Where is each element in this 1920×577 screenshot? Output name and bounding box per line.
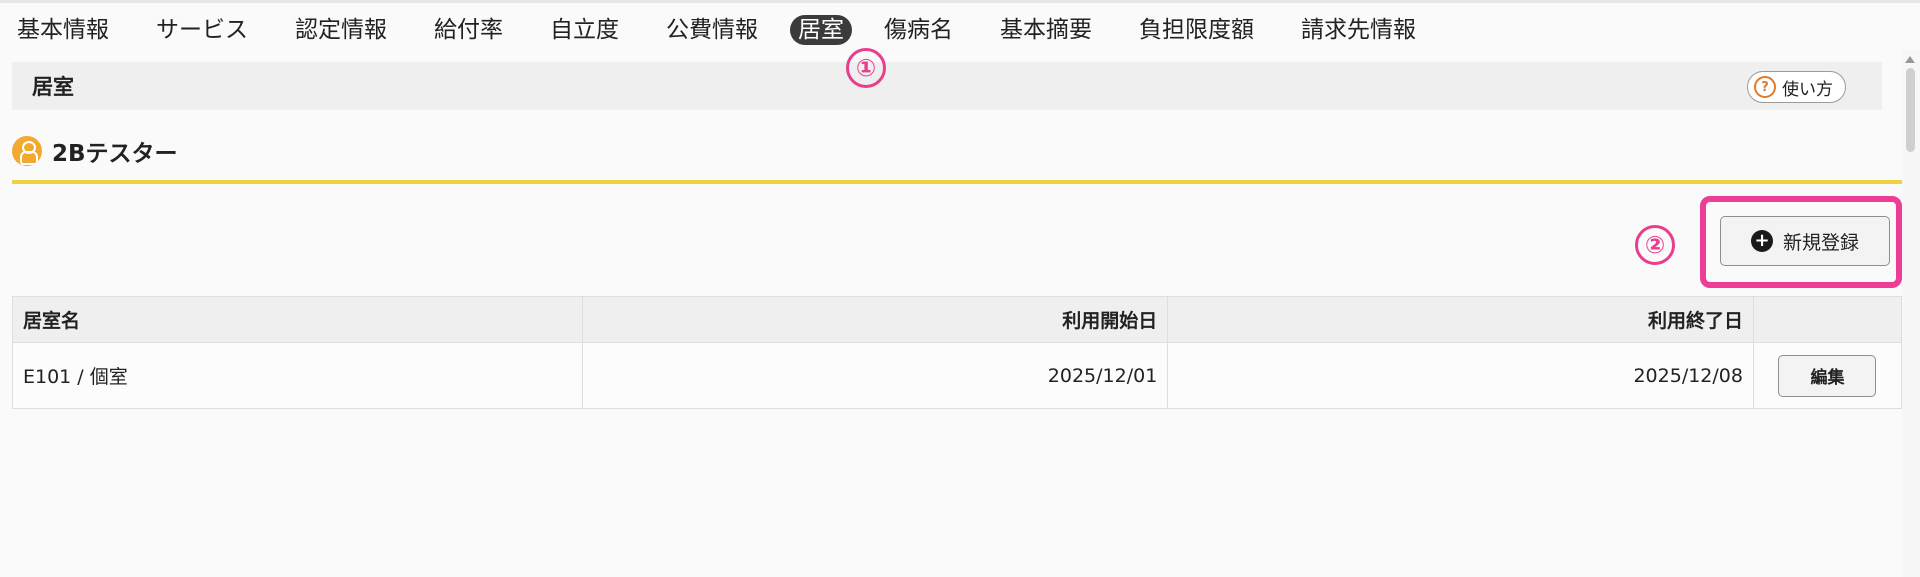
room-table: 居室名 利用開始日 利用終了日 E101 / 個室 2025/12/01 202… bbox=[12, 296, 1903, 409]
user-name: 2Bテスター bbox=[52, 141, 178, 167]
cell-start-date: 2025/12/01 bbox=[581, 342, 1169, 409]
help-button[interactable]: ? 使い方 bbox=[1747, 71, 1846, 103]
cell-end-date: 2025/12/08 bbox=[1167, 342, 1754, 409]
person-icon bbox=[12, 136, 42, 166]
tab-billing-info[interactable]: 請求先情報 bbox=[1301, 14, 1416, 46]
tab-basic-summary[interactable]: 基本摘要 bbox=[1000, 14, 1092, 46]
annotation-marker-1: ① bbox=[846, 48, 886, 88]
tab-burden-limit[interactable]: 負担限度額 bbox=[1139, 14, 1254, 46]
new-register-button[interactable]: + 新規登録 bbox=[1720, 216, 1890, 266]
tab-room[interactable]: 居室 bbox=[790, 15, 852, 45]
scrollbar-thumb[interactable] bbox=[1906, 68, 1915, 152]
new-register-label: 新規登録 bbox=[1782, 231, 1859, 254]
tab-independence[interactable]: 自立度 bbox=[550, 14, 619, 46]
table-row: E101 / 個室 2025/12/01 2025/12/08 編集 bbox=[12, 342, 1903, 409]
column-header-end-date: 利用終了日 bbox=[1167, 296, 1754, 343]
question-icon: ? bbox=[1754, 76, 1776, 98]
tab-certification[interactable]: 認定情報 bbox=[295, 14, 387, 46]
user-divider bbox=[12, 180, 1902, 184]
section-header: 居室 ? 使い方 bbox=[12, 62, 1882, 110]
tab-service[interactable]: サービス bbox=[156, 14, 248, 46]
column-header-start-date: 利用開始日 bbox=[581, 296, 1169, 343]
edit-button[interactable]: 編集 bbox=[1778, 354, 1877, 397]
tab-disease-name[interactable]: 傷病名 bbox=[884, 14, 953, 46]
section-title: 居室 bbox=[32, 75, 74, 99]
column-header-actions bbox=[1752, 296, 1903, 343]
annotation-marker-2: ② bbox=[1635, 225, 1675, 265]
scroll-up-arrow-icon[interactable] bbox=[1905, 56, 1915, 63]
tab-basic-info[interactable]: 基本情報 bbox=[17, 14, 109, 46]
column-header-room-name: 居室名 bbox=[12, 296, 583, 343]
tab-public-expense[interactable]: 公費情報 bbox=[666, 14, 758, 46]
tab-benefit-rate[interactable]: 給付率 bbox=[434, 14, 503, 46]
tab-bar: 基本情報 サービス 認定情報 給付率 自立度 公費情報 居室 傷病名 基本摘要 … bbox=[0, 8, 1416, 52]
cell-room-name: E101 / 個室 bbox=[12, 342, 583, 409]
table-header-row: 居室名 利用開始日 利用終了日 bbox=[12, 296, 1903, 343]
plus-circle-icon: + bbox=[1750, 230, 1773, 252]
cell-actions: 編集 bbox=[1752, 342, 1903, 409]
help-button-label: 使い方 bbox=[1782, 79, 1833, 100]
user-header: 2Bテスター bbox=[12, 134, 178, 168]
top-border bbox=[0, 0, 1920, 3]
